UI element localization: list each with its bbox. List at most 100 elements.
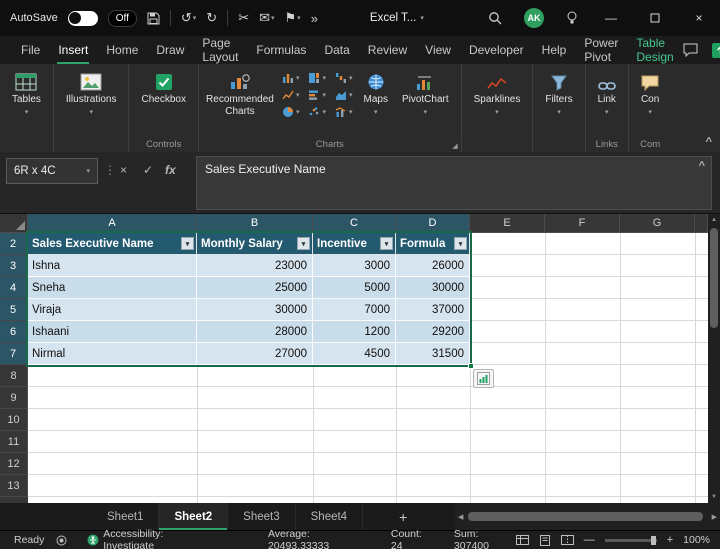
status-count[interactable]: Count: 24: [391, 528, 436, 549]
page-break-view-icon[interactable]: [560, 535, 574, 545]
header-cell[interactable]: Sales Executive Name ▾: [28, 233, 197, 255]
tab-file[interactable]: File: [12, 36, 49, 64]
tab-power-pivot[interactable]: Power Pivot: [575, 36, 627, 64]
normal-view-icon[interactable]: [515, 535, 529, 545]
zoom-slider[interactable]: [604, 535, 657, 545]
accessibility-status[interactable]: Accessibility: Investigate: [81, 528, 222, 549]
scroll-left-icon[interactable]: ◀: [458, 513, 463, 521]
pie-chart-button[interactable]: ▾: [282, 106, 299, 118]
header-cell[interactable]: Monthly Salary ▾: [197, 233, 313, 255]
row-header-13[interactable]: 13: [0, 475, 28, 497]
search-icon[interactable]: [488, 11, 502, 25]
cell[interactable]: 30000: [197, 299, 313, 321]
row-header-3[interactable]: 3: [0, 255, 28, 277]
row-header-11[interactable]: 11: [0, 431, 28, 453]
status-sum[interactable]: Sum: 307400: [454, 528, 516, 549]
row-header-8[interactable]: 8: [0, 365, 28, 387]
cell[interactable]: 31500: [396, 343, 470, 365]
sheet-tab-sheet4[interactable]: Sheet4: [296, 503, 364, 530]
autosave-toggle[interactable]: [67, 10, 98, 26]
row-header-2[interactable]: 2: [0, 233, 28, 255]
formula-input[interactable]: Sales Executive Name ^: [196, 156, 712, 210]
sheet-tab-sheet2[interactable]: Sheet2: [159, 503, 229, 530]
horizontal-scrollbar-thumb[interactable]: [468, 512, 703, 521]
maximize-button[interactable]: [644, 13, 666, 23]
cell[interactable]: 23000: [197, 255, 313, 277]
cell[interactable]: Ishaani: [28, 321, 197, 343]
zoom-out-button[interactable]: —: [584, 534, 595, 546]
combo-chart-button[interactable]: ▾: [335, 106, 353, 118]
column-header-d[interactable]: D: [396, 214, 470, 233]
undo-icon[interactable]: ↺ ▾: [181, 10, 196, 26]
checkbox-button[interactable]: Checkbox: [134, 68, 192, 109]
insert-function-button[interactable]: fx: [165, 163, 176, 177]
cell[interactable]: 5000: [313, 277, 396, 299]
cell[interactable]: 37000: [396, 299, 470, 321]
excel-table-selection[interactable]: Sales Executive Name ▾ Monthly Salary ▾ In…: [26, 231, 474, 369]
name-box[interactable]: 6R x 4C ▾: [6, 158, 98, 184]
cell[interactable]: Sneha: [28, 277, 197, 299]
cell[interactable]: 25000: [197, 277, 313, 299]
link-button[interactable]: Link ▾: [591, 68, 623, 119]
cell[interactable]: 3000: [313, 255, 396, 277]
cell[interactable]: 1200: [313, 321, 396, 343]
cancel-button[interactable]: ×: [120, 163, 127, 177]
tab-formulas[interactable]: Formulas: [247, 36, 315, 64]
cell[interactable]: 4500: [313, 343, 396, 365]
row-header-4[interactable]: 4: [0, 277, 28, 299]
zoom-level[interactable]: 100%: [683, 534, 710, 546]
row-header-5[interactable]: 5: [0, 299, 28, 321]
zoom-in-button[interactable]: +: [667, 534, 673, 546]
column-header-b[interactable]: B: [197, 214, 313, 233]
vertical-scrollbar[interactable]: ▲ ▼: [708, 214, 720, 503]
comment-button[interactable]: Con ▾: [634, 68, 666, 119]
cell[interactable]: Ishna: [28, 255, 197, 277]
new-sheet-button[interactable]: +: [389, 503, 417, 530]
tab-insert[interactable]: Insert: [49, 36, 97, 64]
cell[interactable]: Viraja: [28, 299, 197, 321]
column-header-c[interactable]: C: [313, 214, 396, 233]
cut-icon[interactable]: ✂: [238, 10, 249, 26]
save-icon[interactable]: [147, 12, 160, 25]
status-average[interactable]: Average: 20493.33333: [268, 528, 373, 549]
row-header-6[interactable]: 6: [0, 321, 28, 343]
vertical-scrollbar-thumb[interactable]: [710, 228, 718, 328]
cell[interactable]: 28000: [197, 321, 313, 343]
comments-icon[interactable]: [683, 43, 698, 57]
cell[interactable]: Nirmal: [28, 343, 197, 365]
header-cell[interactable]: Formula ▾: [396, 233, 470, 255]
recommended-charts-button[interactable]: Recommended Charts: [204, 68, 276, 120]
scatter-chart-button[interactable]: ▾: [308, 106, 326, 118]
filter-dropdown-icon[interactable]: ▾: [380, 237, 393, 250]
tab-data[interactable]: Data: [315, 36, 358, 64]
cell[interactable]: 26000: [396, 255, 470, 277]
flag-icon[interactable]: ⚑ ▾: [285, 10, 301, 26]
column-header-partial[interactable]: [695, 214, 708, 233]
document-title-dropdown[interactable]: Excel T... ▾: [370, 12, 424, 24]
area-chart-button[interactable]: ▾: [335, 89, 353, 101]
tab-developer[interactable]: Developer: [460, 36, 533, 64]
waterfall-chart-button[interactable]: ▾: [335, 72, 353, 84]
scroll-up-icon[interactable]: ▲: [711, 214, 717, 226]
column-header-a[interactable]: A: [28, 214, 197, 233]
maps-button[interactable]: Maps ▾: [357, 68, 395, 119]
row-header-9[interactable]: 9: [0, 387, 28, 409]
spreadsheet-grid[interactable]: Sales Executive Name ▾ Monthly Salary ▾ In…: [26, 231, 708, 503]
mail-icon[interactable]: ✉ ▾: [259, 10, 274, 26]
hierarchy-chart-button[interactable]: ▾: [308, 72, 326, 84]
fill-handle[interactable]: [468, 363, 474, 369]
row-header-7[interactable]: 7: [0, 343, 28, 365]
header-cell[interactable]: Incentive ▾: [313, 233, 396, 255]
dialog-launcher-icon[interactable]: ◢: [452, 142, 457, 150]
horizontal-scrollbar-track[interactable]: [466, 512, 708, 521]
tab-table-design[interactable]: Table Design: [627, 36, 682, 64]
tab-draw[interactable]: Draw: [147, 36, 193, 64]
column-header-g[interactable]: G: [620, 214, 695, 233]
row-header-12[interactable]: 12: [0, 453, 28, 475]
row-header-10[interactable]: 10: [0, 409, 28, 431]
lightbulb-icon[interactable]: [566, 11, 578, 25]
quick-analysis-button[interactable]: [473, 369, 494, 388]
cell[interactable]: 30000: [396, 277, 470, 299]
tab-page-layout[interactable]: Page Layout: [193, 36, 247, 64]
tab-review[interactable]: Review: [359, 36, 416, 64]
